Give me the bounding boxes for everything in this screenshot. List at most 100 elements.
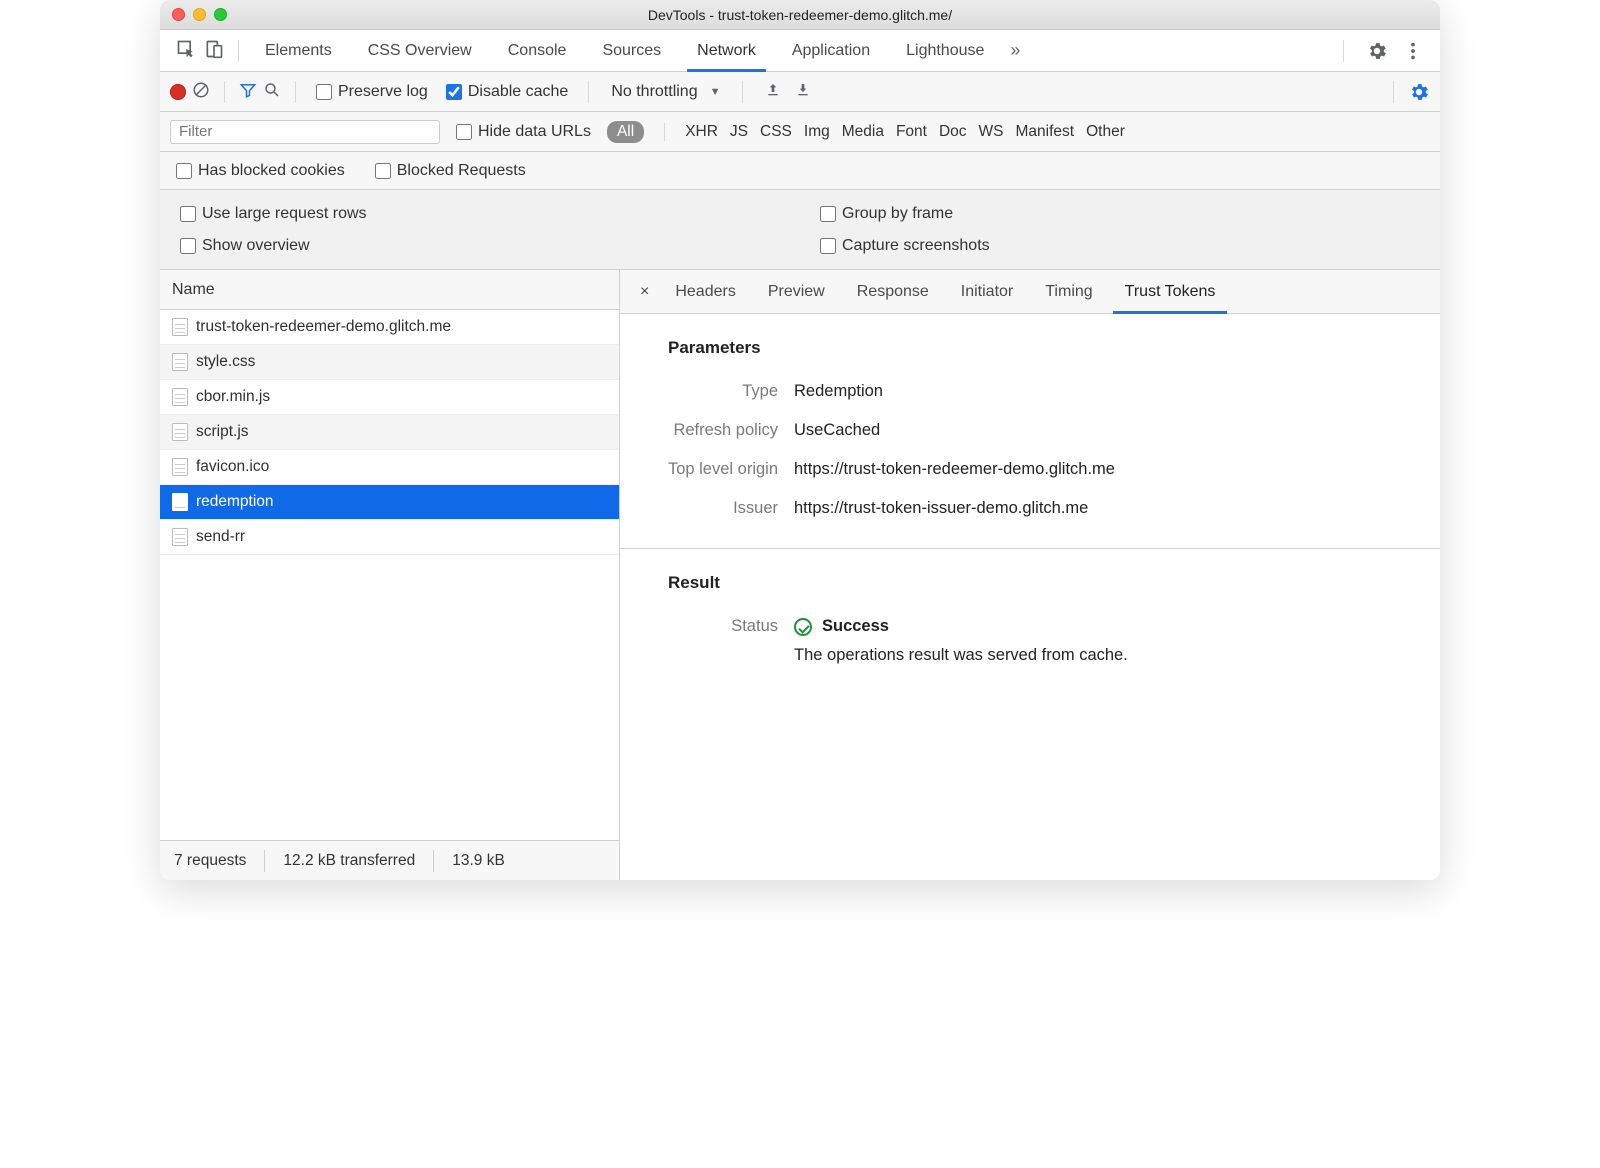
filter-type-media[interactable]: Media [842,123,884,141]
file-icon [172,353,188,371]
tab-network[interactable]: Network [679,30,774,71]
request-name: cbor.min.js [196,388,270,406]
options-bar: Use large request rows Show overview Gro… [160,190,1440,270]
titlebar: DevTools - trust-token-redeemer-demo.gli… [160,0,1440,30]
minimize-window-button[interactable] [193,8,206,21]
file-icon [172,493,188,511]
blocked-cookies-checkbox[interactable]: Has blocked cookies [170,162,351,180]
chevron-down-icon: ▼ [710,86,721,98]
param-key: Refresh policy [644,421,794,440]
tab-sources[interactable]: Sources [584,30,679,71]
param-key: Issuer [644,499,794,518]
preserve-log-checkbox[interactable]: Preserve log [310,83,434,101]
filter-bar-2: Has blocked cookies Blocked Requests [160,152,1440,190]
settings-icon[interactable] [1366,40,1388,62]
footer-transferred: 12.2 kB transferred [283,852,415,870]
param-value: Redemption [794,382,883,401]
param-key: Top level origin [644,460,794,479]
close-window-button[interactable] [172,8,185,21]
close-detail-icon[interactable]: × [630,283,659,301]
hide-data-urls-checkbox[interactable]: Hide data URLs [450,123,597,141]
blocked-requests-checkbox[interactable]: Blocked Requests [369,162,532,180]
filter-type-ws[interactable]: WS [979,123,1004,141]
detail-tab-headers[interactable]: Headers [659,270,751,313]
disable-cache-checkbox[interactable]: Disable cache [440,83,575,101]
tabs-overflow-icon[interactable]: » [1002,40,1020,61]
hide-data-urls-label: Hide data URLs [478,123,591,141]
detail-panel: × HeadersPreviewResponseInitiatorTimingT… [620,270,1440,880]
filter-type-xhr[interactable]: XHR [685,123,718,141]
detail-tab-trust-tokens[interactable]: Trust Tokens [1109,270,1232,313]
main-tabs: ElementsCSS OverviewConsoleSourcesNetwor… [160,30,1440,72]
status-value: Success [822,617,889,636]
file-icon [172,423,188,441]
request-row[interactable]: redemption [160,485,619,520]
request-list-header[interactable]: Name [160,270,619,310]
download-har-icon[interactable] [795,82,811,102]
tab-elements[interactable]: Elements [247,30,350,71]
preserve-log-label: Preserve log [338,83,428,101]
filter-type-doc[interactable]: Doc [939,123,967,141]
network-toolbar: Preserve log Disable cache No throttling… [160,72,1440,112]
capture-screenshots-checkbox[interactable]: Capture screenshots [814,237,1426,255]
window-title: DevTools - trust-token-redeemer-demo.gli… [170,7,1430,23]
request-row[interactable]: script.js [160,415,619,450]
success-icon [794,618,812,636]
param-key: Type [644,382,794,401]
device-toggle-icon[interactable] [204,39,224,63]
throttling-select[interactable]: No throttling ▼ [603,83,728,101]
request-name: favicon.ico [196,458,269,476]
upload-har-icon[interactable] [765,82,781,102]
filter-type-img[interactable]: Img [804,123,830,141]
network-settings-icon[interactable] [1408,81,1430,103]
record-button[interactable] [170,84,186,100]
filter-toggle-icon[interactable] [239,81,257,103]
throttling-value: No throttling [611,83,697,101]
show-overview-checkbox[interactable]: Show overview [174,237,786,255]
file-icon [172,458,188,476]
file-icon [172,528,188,546]
detail-tab-initiator[interactable]: Initiator [945,270,1029,313]
tab-lighthouse[interactable]: Lighthouse [888,30,1002,71]
detail-tab-timing[interactable]: Timing [1029,270,1108,313]
disable-cache-label: Disable cache [468,83,569,101]
search-icon[interactable] [263,81,281,103]
filter-type-font[interactable]: Font [896,123,927,141]
filter-type-css[interactable]: CSS [760,123,792,141]
more-menu-icon[interactable] [1402,40,1424,62]
file-icon [172,318,188,336]
request-list-footer: 7 requests 12.2 kB transferred 13.9 kB [160,840,619,880]
request-name: script.js [196,423,249,441]
filter-type-all[interactable]: All [607,121,644,143]
result-message: The operations result was served from ca… [794,646,1128,665]
request-row[interactable]: cbor.min.js [160,380,619,415]
filter-type-other[interactable]: Other [1086,123,1125,141]
request-row[interactable]: style.css [160,345,619,380]
tab-console[interactable]: Console [490,30,585,71]
blocked-cookies-label: Has blocked cookies [198,162,345,180]
footer-resources: 13.9 kB [452,852,505,870]
status-label: Status [644,617,794,665]
filter-input[interactable] [170,120,440,144]
large-rows-checkbox[interactable]: Use large request rows [174,205,786,223]
request-name: send-rr [196,528,245,546]
file-icon [172,388,188,406]
request-row[interactable]: trust-token-redeemer-demo.glitch.me [160,310,619,345]
detail-tab-response[interactable]: Response [841,270,945,313]
parameters-title: Parameters [620,314,1440,372]
filter-type-manifest[interactable]: Manifest [1016,123,1075,141]
tab-application[interactable]: Application [774,30,888,71]
request-row[interactable]: send-rr [160,520,619,555]
group-by-frame-checkbox[interactable]: Group by frame [814,205,1426,223]
request-row[interactable]: favicon.ico [160,450,619,485]
result-title: Result [620,549,1440,607]
filter-type-js[interactable]: JS [730,123,748,141]
clear-button[interactable] [192,81,210,103]
request-name: redemption [196,493,274,511]
capture-screenshots-label: Capture screenshots [842,237,990,255]
blocked-requests-label: Blocked Requests [397,162,526,180]
maximize-window-button[interactable] [214,8,227,21]
tab-css-overview[interactable]: CSS Overview [350,30,490,71]
detail-tab-preview[interactable]: Preview [752,270,841,313]
inspect-element-icon[interactable] [176,39,196,63]
